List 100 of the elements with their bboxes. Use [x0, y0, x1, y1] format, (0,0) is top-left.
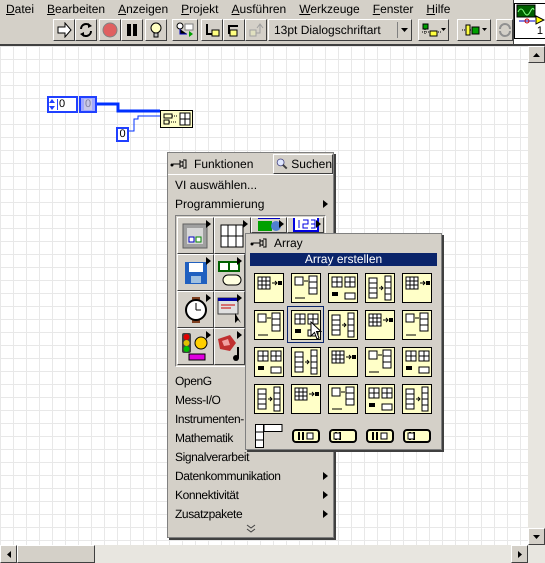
- distribute-objects-icon: [460, 23, 488, 37]
- build-array-icon: [162, 112, 192, 126]
- submenu-arrow-icon: [237, 331, 242, 339]
- pause-button[interactable]: [121, 19, 143, 41]
- step-out-button[interactable]: [245, 19, 267, 41]
- array-constant-icon: [292, 428, 320, 442]
- menu-item[interactable]: Werkzeuge: [299, 0, 360, 18]
- submenu-arrow-icon: [323, 490, 328, 498]
- traffic-light-icon: [180, 332, 210, 360]
- array-function-icon: [290, 310, 320, 340]
- probe-node-icon: [175, 22, 195, 38]
- array-function-icon: [402, 346, 432, 376]
- step-over-button[interactable]: [223, 19, 245, 41]
- submenu-arrow-icon: [237, 257, 242, 265]
- scrollbar-thumb[interactable]: [17, 545, 95, 563]
- stopwatch-icon: [184, 296, 208, 322]
- menu-item[interactable]: Bearbeiten: [47, 0, 106, 18]
- palette-item[interactable]: Programmierung: [168, 194, 333, 213]
- array-function-icon: [254, 384, 284, 414]
- numeric-indicator: 0: [79, 96, 97, 113]
- numeric-control[interactable]: 0: [47, 96, 78, 113]
- menu-item[interactable]: Projekt: [181, 0, 219, 18]
- scroll-right-icon: [518, 550, 522, 558]
- array-function-icon: [328, 272, 358, 302]
- item-name-bar: Array erstellen: [250, 253, 437, 266]
- distribute-objects-button[interactable]: [457, 19, 491, 41]
- submenu-arrow-icon: [206, 257, 211, 265]
- mouse-cursor-icon: [310, 321, 322, 340]
- submenu-arrow-icon: [206, 294, 211, 302]
- palette-item[interactable]: Zusatzpakete: [168, 504, 333, 523]
- increment-arrows-icon: [49, 99, 55, 110]
- run-button[interactable]: [53, 19, 75, 41]
- array-constant-icon: [402, 428, 430, 442]
- array-grid-icon: [220, 224, 244, 248]
- dialog-window-icon: [216, 296, 242, 322]
- search-button[interactable]: Suchen: [273, 154, 333, 174]
- array-constant-icon: [328, 428, 356, 442]
- pause-icon: [124, 22, 140, 38]
- waveform-graph-icon: [515, 4, 545, 26]
- submenu-arrow-icon: [242, 220, 248, 228]
- light-bulb-icon: [148, 22, 164, 38]
- run-continuously-button[interactable]: [75, 19, 97, 41]
- vertical-scrollbar[interactable]: [528, 46, 545, 545]
- array-function-icon: [402, 310, 432, 340]
- array-function-icon: [402, 272, 432, 302]
- palette-category[interactable]: [287, 217, 324, 233]
- highlight-execution-button[interactable]: [145, 19, 167, 41]
- menu-item[interactable]: Hilfe: [426, 0, 450, 18]
- array-function-icon: [364, 310, 394, 340]
- submenu-arrow-icon: [316, 220, 321, 228]
- palette-category[interactable]: [214, 254, 245, 291]
- step-out-icon: [248, 22, 264, 38]
- retain-wire-values-button[interactable]: [172, 19, 198, 41]
- palette-title: Funktionen: [194, 156, 254, 172]
- align-objects-button[interactable]: [418, 19, 449, 41]
- palette-function[interactable]: [287, 306, 324, 343]
- palette-category[interactable]: [177, 291, 214, 328]
- palette-title: Array: [274, 235, 303, 252]
- array-function-icon: [402, 384, 432, 414]
- reorder-button[interactable]: [496, 19, 513, 41]
- expand-chevron-icon: [246, 524, 256, 533]
- palette-item[interactable]: Datenkommunikation: [168, 466, 333, 485]
- step-into-icon: [204, 22, 220, 38]
- numeric-constant[interactable]: 0: [116, 127, 129, 142]
- array-constant-icon: [254, 424, 282, 448]
- font-dropdown[interactable]: 13pt Dialogschriftart: [268, 19, 412, 41]
- scroll-left-icon: [6, 550, 10, 558]
- palette-category[interactable]: [214, 328, 245, 365]
- horizontal-scrollbar[interactable]: [0, 545, 545, 563]
- palette-item[interactable]: VI auswählen...: [168, 175, 333, 194]
- palette-category[interactable]: [177, 217, 214, 254]
- array-function-icon: [328, 310, 358, 340]
- submenu-arrow-icon: [323, 510, 328, 518]
- palette-category[interactable]: [177, 254, 214, 291]
- array-function-icon: [290, 272, 320, 302]
- circular-arrows-icon: [78, 22, 94, 38]
- palette-category[interactable]: [177, 328, 214, 365]
- array-constant-icon: [366, 428, 394, 442]
- run-arrow-icon: [56, 22, 72, 38]
- array-function-icon: [290, 346, 320, 376]
- abort-button[interactable]: [99, 19, 121, 41]
- palette-item[interactable]: Konnektivität: [168, 485, 333, 504]
- palette-category[interactable]: [214, 217, 250, 254]
- submenu-arrow-icon: [206, 220, 211, 228]
- build-array-node[interactable]: [160, 110, 193, 128]
- structure-frame-icon: [182, 222, 208, 248]
- array-function-icon: [364, 346, 394, 376]
- array-function-icon: [254, 346, 284, 376]
- menu-item[interactable]: Fenster: [372, 0, 414, 18]
- menu-item[interactable]: Datei: [6, 0, 34, 18]
- scroll-up-icon: [533, 52, 540, 56]
- palette-category[interactable]: [214, 291, 245, 328]
- array-function-icon: [254, 272, 284, 302]
- menu-item[interactable]: Anzeigen: [118, 0, 168, 18]
- array-function-icon: [328, 384, 358, 414]
- dropdown-caret-icon: [401, 28, 408, 32]
- vi-icon[interactable]: 1: [514, 3, 545, 39]
- palette-category[interactable]: [250, 217, 288, 233]
- menu-item[interactable]: Ausführen: [232, 0, 286, 18]
- step-into-button[interactable]: [201, 19, 223, 41]
